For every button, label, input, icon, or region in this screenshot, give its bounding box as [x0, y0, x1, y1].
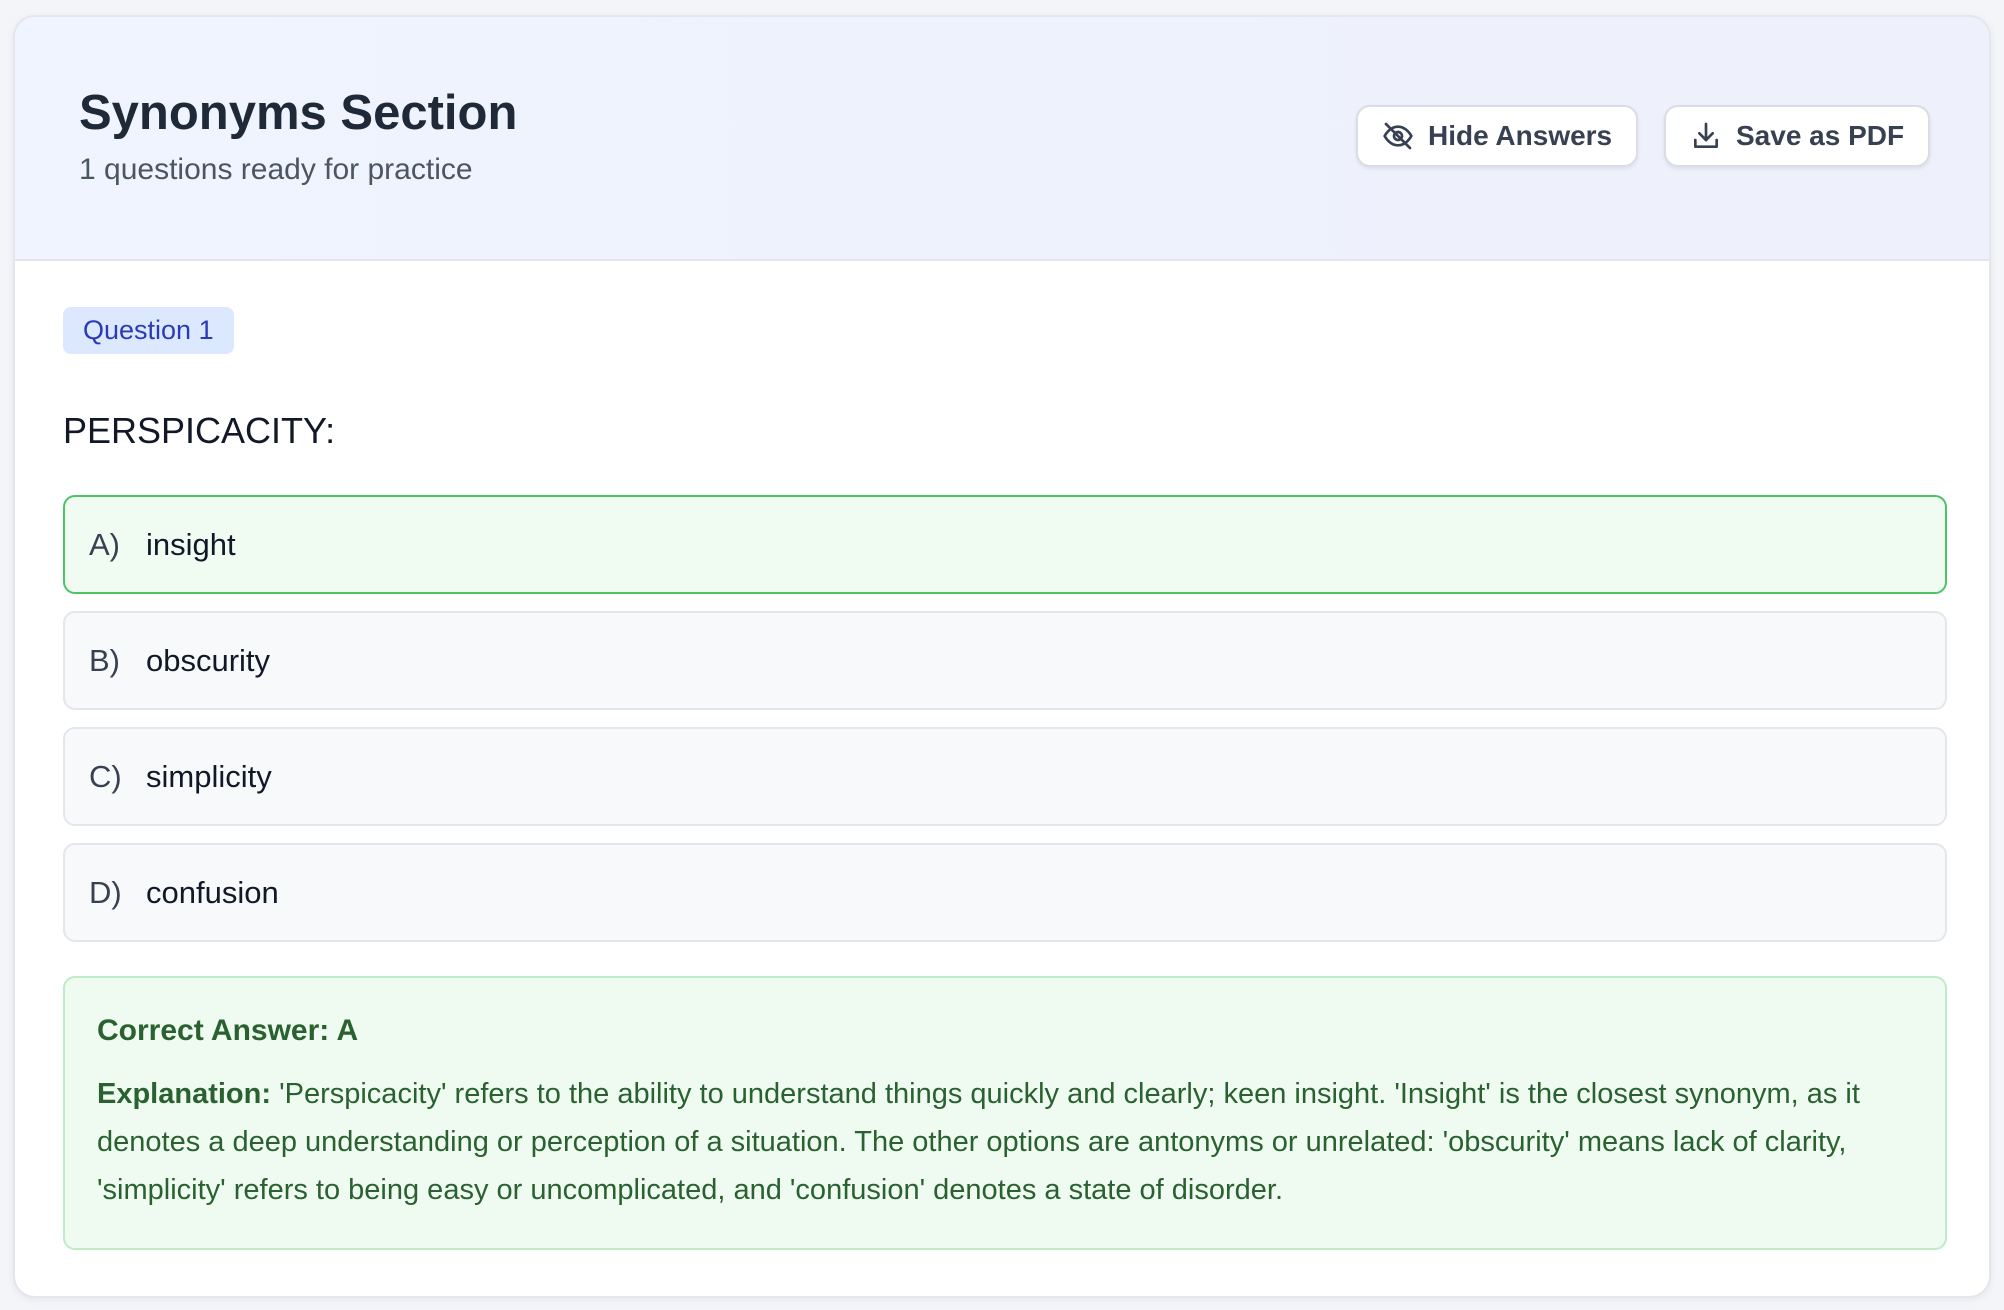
section-header: Synonyms Section 1 questions ready for p…	[15, 17, 1989, 261]
option-d[interactable]: D) confusion	[63, 843, 1947, 942]
question-text: PERSPICACITY:	[63, 410, 336, 451]
option-text: confusion	[146, 874, 279, 910]
question-count: 1 questions ready for practice	[79, 153, 473, 186]
option-letter: D)	[89, 874, 122, 910]
save-pdf-label: Save as PDF	[1736, 120, 1905, 151]
hide-answers-label: Hide Answers	[1428, 120, 1613, 151]
option-text: insight	[146, 526, 236, 562]
hide-answers-button[interactable]: Hide Answers	[1356, 105, 1639, 167]
option-a[interactable]: A) insight	[63, 495, 1947, 594]
correct-answer: Correct Answer: A	[97, 1014, 359, 1047]
option-letter: C)	[89, 758, 122, 794]
save-pdf-button[interactable]: Save as PDF	[1664, 105, 1931, 167]
quiz-card: Synonyms Section 1 questions ready for p…	[13, 15, 1991, 1298]
explanation-text: Explanation: 'Perspicacity' refers to th…	[97, 1070, 1913, 1214]
explanation-body: 'Perspicacity' refers to the ability to …	[97, 1078, 1860, 1206]
option-letter: A)	[89, 526, 120, 562]
option-text: simplicity	[146, 758, 272, 794]
question-badge: Question 1	[63, 307, 234, 354]
option-b[interactable]: B) obscurity	[63, 611, 1947, 710]
download-icon	[1694, 122, 1718, 148]
explanation-label: Explanation:	[97, 1078, 272, 1110]
option-text: obscurity	[146, 642, 271, 678]
page-title: Synonyms Section	[79, 86, 518, 140]
explanation-box: Correct Answer: A Explanation: 'Perspica…	[63, 976, 1947, 1250]
option-letter: B)	[89, 642, 120, 678]
eye-off-icon	[1383, 122, 1413, 150]
option-c[interactable]: C) simplicity	[63, 727, 1947, 826]
